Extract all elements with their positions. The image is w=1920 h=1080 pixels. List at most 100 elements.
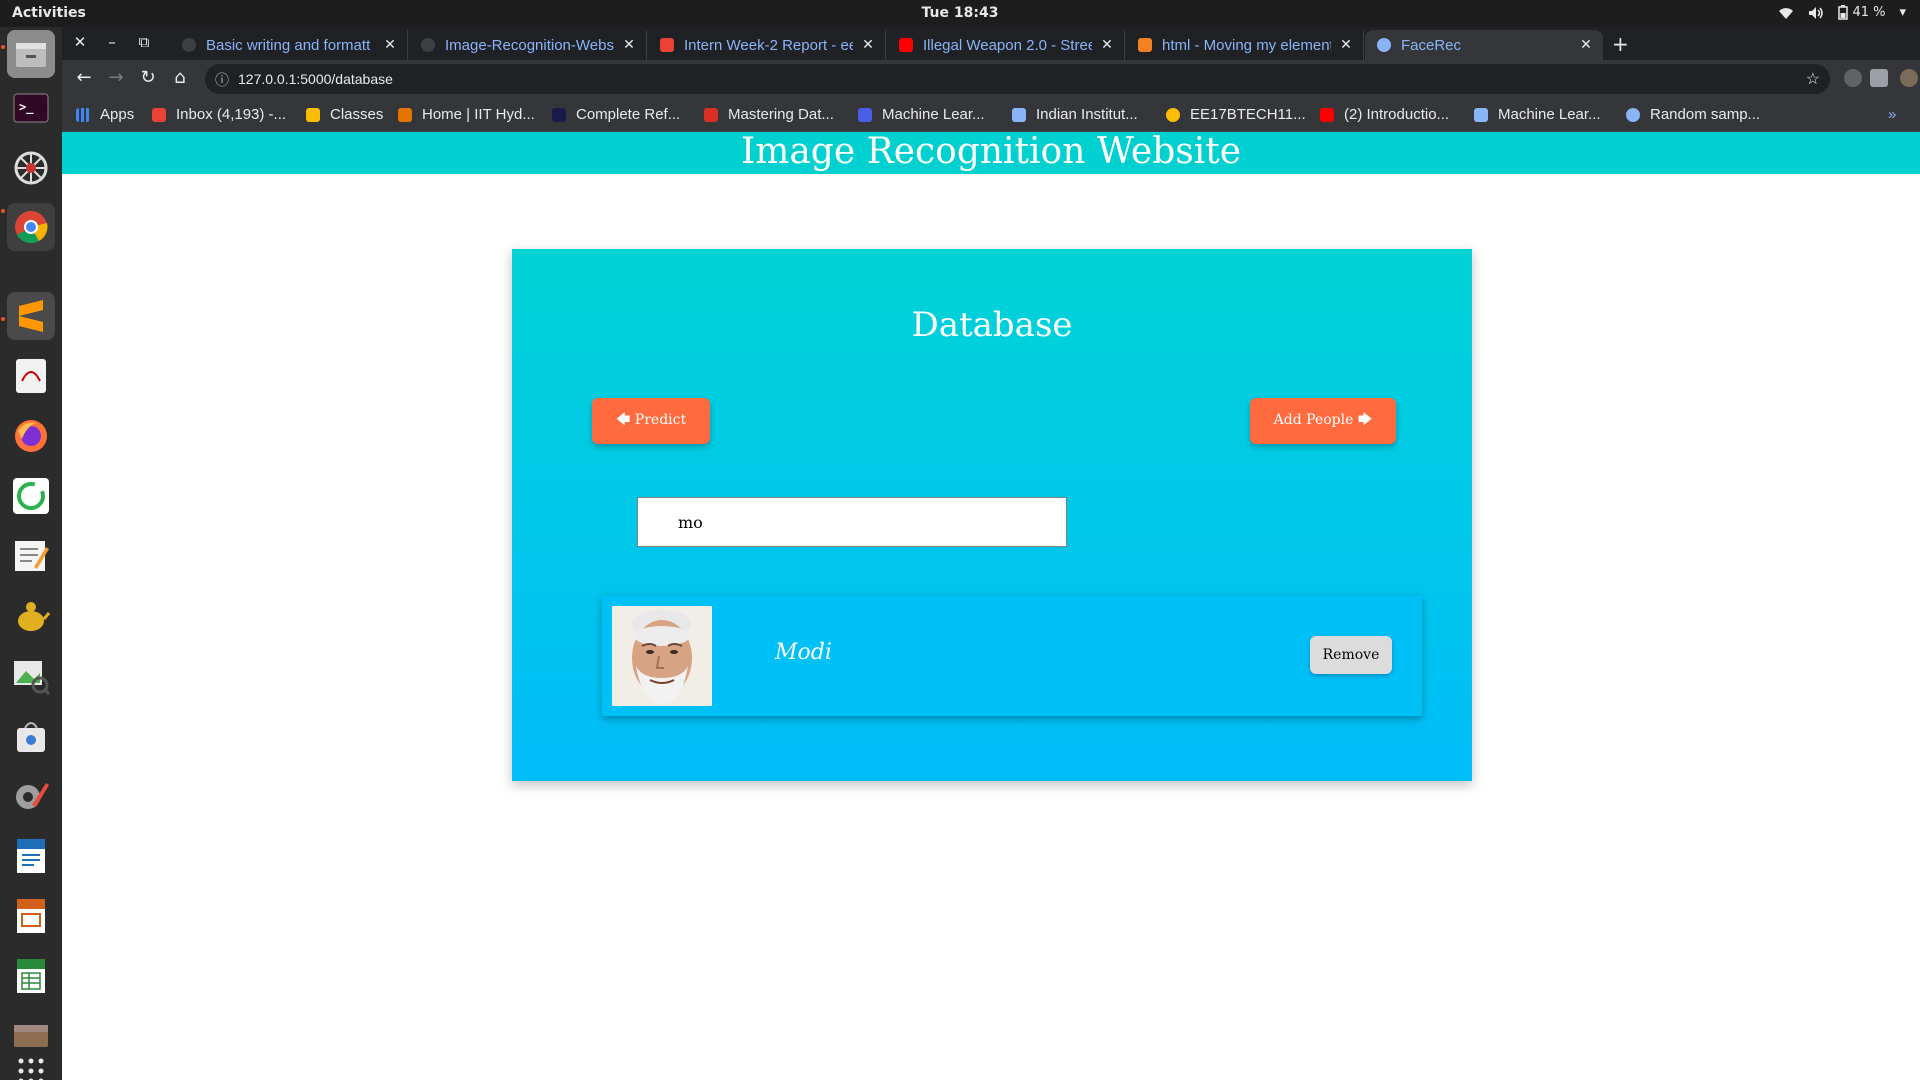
tab-close-icon[interactable]: ✕ (1579, 37, 1593, 53)
tab-close-icon[interactable]: ✕ (622, 37, 636, 53)
python-teapot-icon[interactable] (7, 592, 55, 640)
home-icon[interactable]: ⌂ (168, 67, 192, 88)
youtube-icon (1320, 107, 1334, 122)
arrow-left-icon: 🡄 (615, 412, 631, 428)
window-minimize-icon[interactable]: – (102, 33, 122, 51)
extension-icon[interactable] (1844, 69, 1862, 87)
add-people-button[interactable]: Add People 🡆 (1250, 398, 1396, 444)
store-icon[interactable] (7, 712, 55, 760)
browser-tab[interactable]: Basic writing and formatt ✕ (170, 30, 408, 60)
bookmark-item[interactable]: EE17BTECH11... (1166, 106, 1306, 123)
profile-avatar[interactable] (1900, 69, 1918, 87)
bookmark-item[interactable]: Random samp... (1626, 106, 1760, 123)
remove-button[interactable]: Remove (1310, 636, 1392, 674)
bookmark-item[interactable]: Indian Institut... (1012, 106, 1138, 123)
app-circle-icon[interactable] (7, 472, 55, 520)
person-name: Modi (775, 640, 832, 665)
chevron-down-icon: ▾ (1899, 5, 1906, 20)
window-restore-icon[interactable]: ⧉ (134, 33, 154, 51)
new-tab-button[interactable]: + (1612, 32, 1629, 56)
bookmark-item[interactable]: Apps (76, 106, 134, 123)
sublime-text-icon[interactable] (7, 292, 55, 340)
system-clock[interactable]: Tue 18:43 (0, 5, 1920, 21)
svg-text:>_: >_ (19, 100, 34, 115)
apps-grid-icon (76, 107, 90, 122)
running-indicator (1, 45, 5, 49)
more-bookmarks-icon[interactable]: » (1888, 106, 1896, 123)
bookmark-item[interactable]: Home | IIT Hyd... (398, 106, 535, 123)
gmail-icon (660, 38, 674, 52)
show-apps-icon[interactable] (7, 1047, 55, 1080)
tab-title: FaceRec (1401, 36, 1462, 54)
chrome-icon[interactable] (7, 203, 55, 251)
bookmark-item[interactable]: (2) Introductio... (1320, 106, 1449, 123)
browser-tab[interactable]: Image-Recognition-Webs ✕ (409, 30, 647, 60)
volume-icon (1809, 6, 1824, 19)
image-viewer-icon[interactable] (7, 652, 55, 700)
predict-button[interactable]: 🡄 Predict (592, 398, 710, 444)
wifi-icon (1779, 7, 1794, 19)
text-editor-icon[interactable] (7, 532, 55, 580)
browser-tab[interactable]: Intern Week-2 Report - ee ✕ (648, 30, 886, 60)
evince-icon[interactable] (7, 352, 55, 400)
cast-icon[interactable] (1870, 69, 1888, 87)
tab-close-icon[interactable]: ✕ (861, 37, 875, 53)
running-indicator (1, 317, 5, 321)
bookmark-item[interactable]: Inbox (4,193) -... (152, 106, 286, 123)
arrow-right-icon: 🡆 (1357, 412, 1373, 428)
bookmark-label: Complete Ref... (576, 106, 681, 123)
youtube-icon (899, 38, 913, 52)
bookmark-label: Machine Lear... (882, 106, 985, 123)
bookmark-label: Home | IIT Hyd... (422, 106, 535, 123)
reload-icon[interactable]: ↻ (136, 67, 160, 88)
web-page: Image Recognition Website Database 🡄 Pre… (62, 132, 1920, 1080)
calc-icon[interactable] (7, 952, 55, 1000)
bookmark-label: Mastering Dat... (728, 106, 834, 123)
tab-title: html - Moving my element (1162, 36, 1331, 54)
site-header: Image Recognition Website (62, 132, 1920, 174)
firefox-icon[interactable] (7, 412, 55, 460)
address-bar[interactable]: ⓘ 127.0.0.1:5000/database ☆ (205, 64, 1830, 94)
browser-tab[interactable]: Illegal Weapon 2.0 - Street ✕ (887, 30, 1125, 60)
panel-title: Database (911, 305, 1073, 345)
search-input[interactable] (637, 497, 1067, 547)
back-icon[interactable]: ← (72, 67, 96, 88)
dock: >_ (0, 27, 62, 1080)
bookmark-label: (2) Introductio... (1344, 106, 1450, 123)
tab-title: Basic writing and formatt (206, 36, 371, 54)
globe-icon (1377, 38, 1391, 52)
browser-tab-active[interactable]: FaceRec ✕ (1365, 30, 1603, 60)
activities-button[interactable]: Activities (12, 5, 86, 21)
bookmarks-bar: Apps Inbox (4,193) -... Classes Home | I… (62, 98, 1920, 132)
bookmark-star-icon[interactable]: ☆ (1806, 69, 1820, 89)
writer-icon[interactable] (7, 832, 55, 880)
battery-icon (1838, 5, 1849, 20)
site-info-icon[interactable]: ⓘ (215, 70, 229, 90)
window-close-icon[interactable]: ✕ (70, 33, 90, 51)
system-tray[interactable]: 41 % ▾ (1778, 5, 1906, 20)
bookmark-label: Inbox (4,193) -... (176, 106, 287, 123)
bookmark-item[interactable]: Machine Lear... (1474, 106, 1601, 123)
forward-icon[interactable]: → (104, 67, 128, 88)
tab-close-icon[interactable]: ✕ (1100, 37, 1114, 53)
s-logo-icon (858, 107, 872, 122)
impress-icon[interactable] (7, 892, 55, 940)
bookmark-item[interactable]: Classes (306, 106, 383, 123)
face-photo-icon (612, 606, 712, 706)
bookmark-item[interactable]: Mastering Dat... (704, 106, 834, 123)
browser-tab[interactable]: html - Moving my element ✕ (1126, 30, 1364, 60)
tab-title: Image-Recognition-Webs (445, 36, 614, 54)
tab-close-icon[interactable]: ✕ (383, 37, 397, 53)
tab-close-icon[interactable]: ✕ (1339, 37, 1353, 53)
terminal-icon[interactable]: >_ (7, 84, 55, 132)
gear-logo-icon (1626, 107, 1640, 122)
gmail-icon (152, 107, 166, 122)
bookmark-item[interactable]: Machine Lear... (858, 106, 985, 123)
files-icon[interactable] (7, 30, 55, 78)
tab-title: Illegal Weapon 2.0 - Street (923, 36, 1092, 54)
settings-icon[interactable] (7, 772, 55, 820)
bookmark-item[interactable]: Complete Ref... (552, 106, 680, 123)
add-people-button-label: Add People (1273, 412, 1354, 428)
network-tool-icon[interactable] (7, 144, 55, 192)
bookmark-label: EE17BTECH11... (1190, 106, 1306, 123)
